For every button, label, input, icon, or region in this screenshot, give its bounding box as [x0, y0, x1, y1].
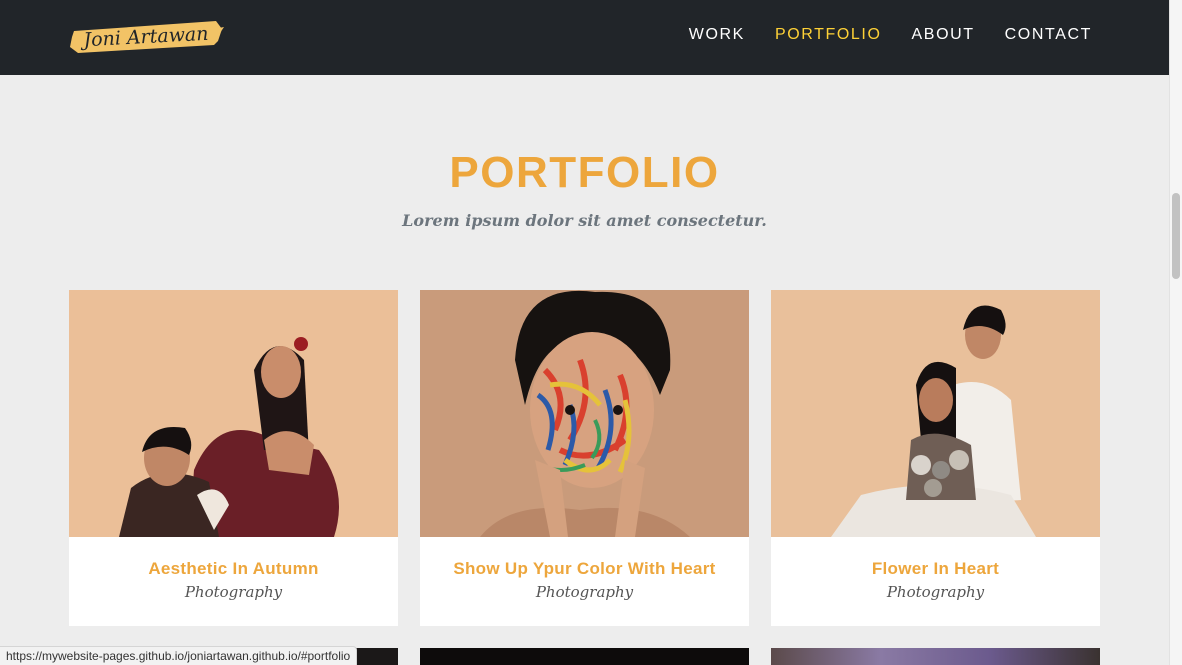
couple-portrait-photo — [69, 290, 398, 537]
scrollbar-thumb[interactable] — [1172, 193, 1180, 279]
portfolio-card-next-row-2[interactable] — [420, 648, 749, 665]
card-title: Flower In Heart — [871, 559, 1000, 578]
brand-logo[interactable]: Joni Artawan — [68, 19, 224, 55]
nav-contact[interactable]: CONTACT — [1005, 26, 1092, 44]
nav-about[interactable]: ABOUT — [912, 26, 975, 44]
page-scrollbar[interactable] — [1169, 0, 1182, 665]
card-title: Show Up Ypur Color With Heart — [453, 559, 716, 578]
section-heading: PORTFOLIO — [449, 148, 720, 197]
card-caption: Photography — [184, 583, 283, 601]
painted-face-portrait-photo — [420, 290, 749, 537]
card-caption: Photography — [535, 583, 634, 601]
nav-work[interactable]: WORK — [689, 26, 745, 44]
section-subheading: Lorem ipsum dolor sit amet consectetur. — [402, 211, 767, 230]
nav-menu: WORK PORTFOLIO ABOUT CONTACT — [659, 26, 1092, 44]
portfolio-card-show-up-your-color[interactable]: Show Up Ypur Color With Heart Photograph… — [420, 290, 749, 626]
portfolio-card-flower-in-heart[interactable]: Flower In Heart Photography — [771, 290, 1100, 626]
navbar: Joni Artawan WORK PORTFOLIO ABOUT CONTAC… — [0, 0, 1169, 75]
card-title: Aesthetic In Autumn — [148, 559, 319, 578]
card-caption: Photography — [886, 583, 985, 601]
portfolio-card-next-row-3[interactable] — [771, 648, 1100, 665]
portfolio-card-aesthetic-in-autumn[interactable]: Aesthetic In Autumn Photography — [69, 290, 398, 626]
nav-portfolio[interactable]: PORTFOLIO — [775, 26, 882, 44]
couple-flowers-portrait-photo — [771, 290, 1100, 537]
link-status-bar: https://mywebsite-pages.github.io/joniar… — [0, 646, 358, 665]
